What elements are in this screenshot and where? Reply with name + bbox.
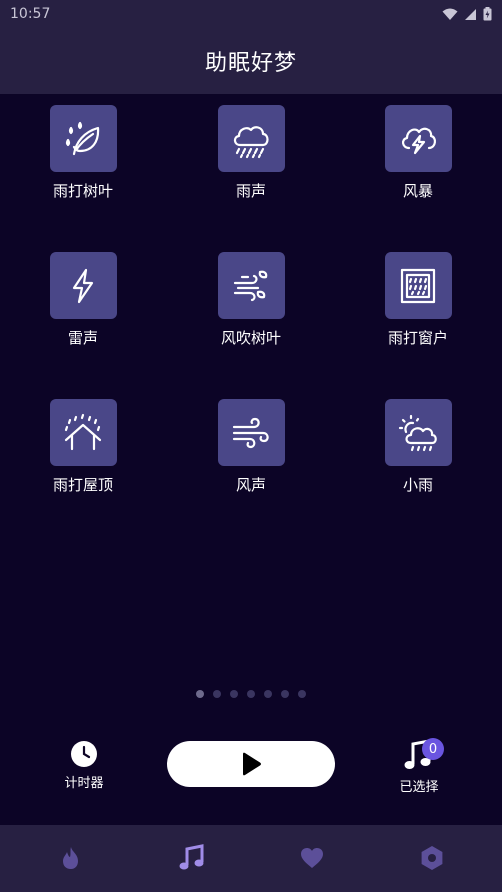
sound-tile[interactable]: [384, 399, 452, 466]
sound-label: 雨打屋顶: [52, 476, 113, 494]
heart-icon: [301, 848, 323, 868]
nav-item-hot[interactable]: [56, 843, 86, 873]
nav-item-sounds[interactable]: [177, 843, 207, 873]
page-dot[interactable]: [281, 690, 289, 698]
sound-item-wind-leaves[interactable]: 风吹树叶: [191, 252, 311, 362]
sound-label: 雷声: [67, 329, 98, 347]
wifi-icon: [442, 8, 458, 20]
nav-item-favorites[interactable]: [297, 843, 327, 873]
wind-icon: [232, 417, 269, 448]
storm-cloud-icon: [402, 127, 436, 154]
page-dot[interactable]: [298, 690, 306, 698]
sound-tile[interactable]: [49, 105, 117, 172]
status-icons: [442, 7, 492, 21]
sound-item-thunder[interactable]: 雷声: [23, 252, 143, 362]
bottom-nav: [0, 825, 502, 892]
sound-label: 雨声: [235, 182, 266, 200]
wind-leaves-icon: [233, 270, 268, 301]
leaf-rain-icon: [65, 121, 100, 155]
selected-count-badge: 0: [422, 738, 444, 760]
selected-label: 已选择: [399, 780, 439, 795]
selected-sounds-button[interactable]: 0 已选择: [388, 738, 450, 795]
sun-cloud-rain-icon: [398, 414, 437, 451]
battery-icon: [483, 7, 492, 21]
fire-icon: [63, 847, 78, 869]
sound-tile[interactable]: [49, 399, 117, 466]
status-time: 10:57: [10, 6, 51, 22]
page-dot[interactable]: [247, 690, 255, 698]
sound-item-light-rain[interactable]: 小雨: [358, 399, 478, 509]
clock-icon: [71, 741, 97, 767]
sound-item-rain-window[interactable]: 雨打窗户: [358, 252, 478, 362]
page-dot[interactable]: [213, 690, 221, 698]
sound-label: 风暴: [402, 182, 433, 200]
sound-tile[interactable]: [49, 252, 117, 319]
sound-tile[interactable]: [217, 399, 285, 466]
sound-label: 雨打窗户: [387, 329, 448, 347]
app-header: 助眠好梦: [0, 28, 502, 94]
sound-item-storm[interactable]: 风暴: [358, 105, 478, 215]
rain-roof-icon: [64, 413, 102, 450]
sound-tile[interactable]: [217, 252, 285, 319]
sound-tile[interactable]: [384, 252, 452, 319]
page-dot[interactable]: [230, 690, 238, 698]
play-button[interactable]: [167, 741, 335, 787]
sound-item-rain[interactable]: 雨声: [191, 105, 311, 215]
page-dot[interactable]: [196, 690, 204, 698]
playback-controls: 计时器 0 已选择: [0, 738, 502, 798]
sound-item-leaf-rain[interactable]: 雨打树叶: [23, 105, 143, 215]
rain-window-icon: [400, 268, 436, 303]
lightning-icon: [72, 268, 94, 303]
sound-item-wind[interactable]: 风声: [191, 399, 311, 509]
page-indicator: [0, 690, 502, 698]
status-bar: 10:57: [0, 0, 502, 28]
sound-tile[interactable]: [384, 105, 452, 172]
sound-tile[interactable]: [217, 105, 285, 172]
sound-item-rain-roof[interactable]: 雨打屋顶: [23, 399, 143, 509]
sound-label: 风声: [235, 476, 266, 494]
music-note-icon: [179, 844, 204, 870]
sound-label: 小雨: [402, 476, 433, 494]
timer-label: 计时器: [64, 776, 104, 791]
hexagon-settings-icon: [421, 846, 443, 870]
page-title: 助眠好梦: [204, 51, 297, 76]
play-icon: [243, 752, 261, 776]
sound-label: 风吹树叶: [220, 329, 281, 347]
cell-signal-icon: [465, 8, 476, 20]
cloud-rain-icon: [233, 125, 269, 158]
sound-label: 雨打树叶: [52, 182, 113, 200]
page-dot[interactable]: [264, 690, 272, 698]
timer-button[interactable]: 计时器: [54, 740, 114, 791]
nav-item-settings[interactable]: [417, 843, 447, 873]
selected-icon-wrap: 0: [402, 738, 444, 772]
